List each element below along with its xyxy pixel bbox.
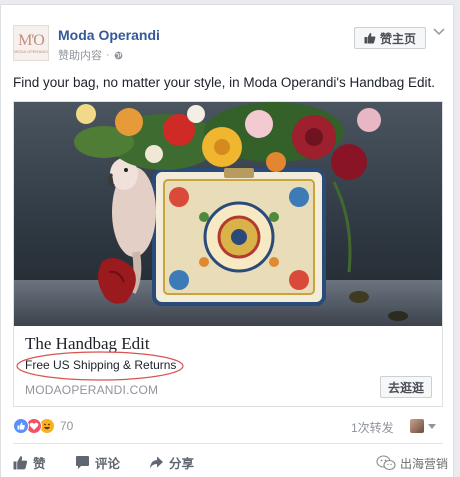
share-icon xyxy=(150,456,163,468)
like-action-button[interactable]: 赞 xyxy=(13,453,46,471)
watermark: 出海营销 xyxy=(376,454,448,472)
separator-dot: · xyxy=(106,49,110,61)
reaction-summary[interactable]: 70 xyxy=(13,417,73,435)
action-divider xyxy=(13,443,443,444)
link-description: Free US Shipping & Returns xyxy=(25,358,177,372)
share-action-label: 分享 xyxy=(169,456,195,471)
comment-action-button[interactable]: 评论 xyxy=(75,453,120,471)
ad-post-card: M'O MODA OPERANDI Moda Operandi 赞助内容 · 赞… xyxy=(0,4,454,477)
sponsored-label[interactable]: 赞助内容 xyxy=(58,47,102,63)
page-avatar[interactable]: M'O MODA OPERANDI xyxy=(13,25,49,61)
thumbs-up-icon xyxy=(364,32,376,44)
link-domain: MODAOPERANDI.COM xyxy=(25,383,159,397)
comment-icon xyxy=(76,455,89,469)
like-action-label: 赞 xyxy=(33,456,46,471)
viewer-avatar[interactable] xyxy=(410,419,424,433)
chevron-down-icon[interactable] xyxy=(433,27,445,37)
watermark-text: 出海营销 xyxy=(400,456,449,471)
wechat-icon xyxy=(376,455,396,471)
avatar-subtext: MODA OPERANDI xyxy=(14,48,48,54)
thumbs-up-icon xyxy=(13,455,28,469)
sponsored-line: 赞助内容 · xyxy=(58,47,123,63)
avatar-monogram: M'O xyxy=(18,31,45,49)
comment-action-label: 评论 xyxy=(95,456,121,471)
post-text: Find your bag, no matter your style, in … xyxy=(13,75,436,90)
share-count[interactable]: 1次转发 xyxy=(351,419,394,436)
globe-icon xyxy=(114,51,123,59)
shop-now-button[interactable]: 去逛逛 xyxy=(380,376,432,398)
like-page-label: 赞主页 xyxy=(379,31,416,46)
share-action-button[interactable]: 分享 xyxy=(149,453,194,471)
caret-down-icon[interactable] xyxy=(428,424,436,430)
post-header: M'O MODA OPERANDI Moda Operandi 赞助内容 · 赞… xyxy=(1,5,453,67)
like-reaction-icon xyxy=(13,418,29,434)
link-attachment[interactable]: The Handbag Edit Free US Shipping & Retu… xyxy=(13,101,443,407)
link-preview[interactable]: The Handbag Edit Free US Shipping & Retu… xyxy=(14,326,442,406)
handbag-image[interactable] xyxy=(14,102,442,326)
reaction-count: 70 xyxy=(60,419,74,433)
page-name-link[interactable]: Moda Operandi xyxy=(58,27,160,43)
like-page-button[interactable]: 赞主页 xyxy=(354,27,426,49)
